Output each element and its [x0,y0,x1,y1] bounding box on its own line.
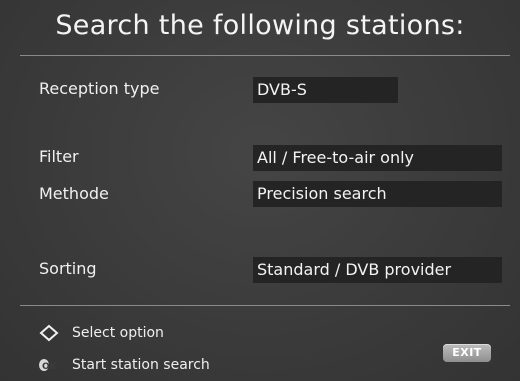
station-search-screen: Search the following stations: Reception… [0,0,520,381]
page-title: Search the following stations: [55,10,465,41]
legend-select-option-text: Select option [72,325,164,341]
ok-button-icon: OK [38,356,60,374]
bottom-divider [20,305,510,306]
legend-start-search-text: Start station search [72,357,210,373]
legend-start-search: OK Start station search [38,356,210,374]
filter-label: Filter [39,147,79,166]
method-value[interactable]: Precision search [253,181,502,207]
sorting-value[interactable]: Standard / DVB provider [253,257,502,283]
filter-value[interactable]: All / Free-to-air only [253,145,502,171]
method-label: Methode [39,184,109,203]
ok-icon-text: OK [42,362,58,372]
navigation-diamond-icon [38,324,60,342]
reception-type-label: Reception type [39,79,160,98]
legend-select-option: Select option [38,324,164,342]
top-divider [20,55,510,56]
exit-button[interactable]: EXIT [443,344,491,362]
reception-type-value[interactable]: DVB-S [253,77,398,103]
sorting-label: Sorting [39,259,97,278]
